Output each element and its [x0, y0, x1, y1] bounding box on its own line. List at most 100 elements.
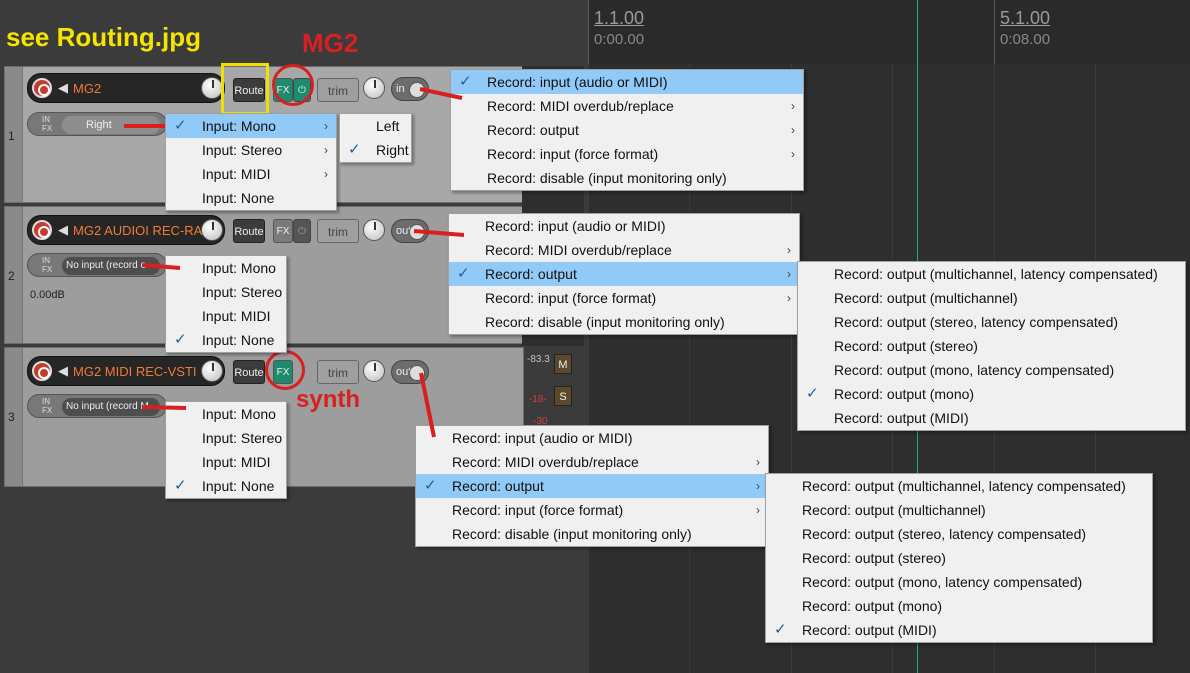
- menu-item-input-stereo[interactable]: Input: Stereo ›: [166, 138, 336, 162]
- menu-item-input-none[interactable]: ✓ Input: None: [166, 474, 286, 498]
- menu-item-input-none[interactable]: Input: None: [166, 186, 336, 210]
- fx-highlight-circle: [272, 64, 314, 106]
- menu-item-input-midi[interactable]: Input: MIDI: [166, 304, 286, 328]
- menu-item-record-force-format[interactable]: Record: input (force format) ›: [451, 142, 803, 166]
- track-name-bar[interactable]: ◀ MG2 MIDI REC-VSTI: [27, 356, 225, 386]
- record-menu-track3: Record: input (audio or MIDI) Record: MI…: [415, 425, 769, 547]
- menu-item-output-mono-lc[interactable]: Record: output (mono, latency compensate…: [766, 570, 1152, 594]
- menu-item-record-output[interactable]: ✓ Record: output ›: [449, 262, 799, 286]
- volume-knob[interactable]: [201, 360, 223, 382]
- track-name-bar[interactable]: ◀ MG2: [27, 73, 225, 103]
- solo-button[interactable]: S: [554, 386, 572, 406]
- record-mode-button[interactable]: out: [391, 219, 429, 243]
- input-selector[interactable]: IN FX No input (record o: [27, 253, 167, 277]
- volume-knob[interactable]: [201, 219, 223, 241]
- trim-button[interactable]: trim: [317, 360, 359, 384]
- check-icon: ✓: [457, 265, 470, 282]
- speaker-icon[interactable]: ◀: [58, 80, 72, 96]
- submenu-arrow-icon: ›: [756, 479, 760, 493]
- menu-item-record-disable[interactable]: Record: disable (input monitoring only): [416, 522, 768, 546]
- menu-item-record-input[interactable]: ✓ Record: input (audio or MIDI): [451, 70, 803, 94]
- menu-item-record-output[interactable]: Record: output ›: [451, 118, 803, 142]
- menu-item-record-force-format[interactable]: Record: input (force format) ›: [416, 498, 768, 522]
- menu-item-output-multichannel[interactable]: Record: output (multichannel): [766, 498, 1152, 522]
- volume-db-label: 0.00dB: [30, 289, 65, 301]
- volume-knob[interactable]: [201, 77, 223, 99]
- menu-item-output-midi[interactable]: ✓ Record: output (MIDI): [766, 618, 1152, 642]
- input-value[interactable]: No input (record M: [62, 398, 160, 416]
- trim-button[interactable]: trim: [317, 78, 359, 102]
- record-arm-button[interactable]: [32, 220, 52, 240]
- input-selector[interactable]: IN FX No input (record M: [27, 394, 167, 418]
- menu-item-output-multichannel-lc[interactable]: Record: output (multichannel, latency co…: [798, 262, 1185, 286]
- menu-item-record-input[interactable]: Record: input (audio or MIDI): [449, 214, 799, 238]
- menu-item-input-stereo[interactable]: Input: Stereo: [166, 280, 286, 304]
- menu-item-output-mono-lc[interactable]: Record: output (mono, latency compensate…: [798, 358, 1185, 382]
- menu-item-record-input[interactable]: Record: input (audio or MIDI): [416, 426, 768, 450]
- record-arm-button[interactable]: [32, 78, 52, 98]
- track-name[interactable]: MG2: [73, 81, 101, 96]
- submenu-arrow-icon: ›: [324, 119, 328, 133]
- menu-item-left[interactable]: Left: [340, 114, 411, 138]
- menu-item-record-disable[interactable]: Record: disable (input monitoring only): [451, 166, 803, 190]
- menu-item-input-mono[interactable]: Input: Mono: [166, 256, 286, 280]
- menu-item-input-midi[interactable]: Input: MIDI: [166, 450, 286, 474]
- menu-item-right[interactable]: ✓ Right: [340, 138, 411, 162]
- fx-bypass-icon[interactable]: ⏻: [293, 219, 311, 243]
- menu-item-record-midi-overdub[interactable]: Record: MIDI overdub/replace ›: [451, 94, 803, 118]
- menu-item-input-midi[interactable]: Input: MIDI ›: [166, 162, 336, 186]
- menu-item-output-stereo[interactable]: Record: output (stereo): [798, 334, 1185, 358]
- speaker-icon[interactable]: ◀: [58, 363, 72, 379]
- menu-item-record-output[interactable]: ✓ Record: output ›: [416, 474, 768, 498]
- route-button[interactable]: Route: [233, 360, 265, 384]
- submenu-arrow-icon: ›: [791, 123, 795, 137]
- meter-peak-label: -83.3: [527, 354, 550, 365]
- menu-item-output-mono[interactable]: Record: output (mono): [766, 594, 1152, 618]
- record-mode-button[interactable]: in: [391, 77, 429, 101]
- menu-item-input-stereo[interactable]: Input: Stereo: [166, 426, 286, 450]
- menu-item-output-mono[interactable]: ✓ Record: output (mono): [798, 382, 1185, 406]
- pan-knob[interactable]: [363, 77, 385, 99]
- route-button[interactable]: Route: [233, 219, 265, 243]
- menu-item-output-stereo-lc[interactable]: Record: output (stereo, latency compensa…: [798, 310, 1185, 334]
- menu-item-record-midi-overdub[interactable]: Record: MIDI overdub/replace ›: [416, 450, 768, 474]
- input-value[interactable]: Right: [62, 116, 160, 134]
- menu-item-record-force-format[interactable]: Record: input (force format) ›: [449, 286, 799, 310]
- menu-item-output-stereo[interactable]: Record: output (stereo): [766, 546, 1152, 570]
- timeline-ruler[interactable]: 1.1.00 0:00.00 5.1.00 0:08.00: [588, 0, 1190, 64]
- check-icon: ✓: [459, 73, 472, 90]
- menu-item-input-none[interactable]: ✓ Input: None: [166, 328, 286, 352]
- menu-item-output-midi[interactable]: Record: output (MIDI): [798, 406, 1185, 430]
- check-icon: ✓: [348, 141, 361, 158]
- record-arm-button[interactable]: [32, 361, 52, 381]
- ruler-bars-1: 1.1.00: [594, 8, 645, 28]
- menu-item-output-multichannel[interactable]: Record: output (multichannel): [798, 286, 1185, 310]
- check-icon: ✓: [174, 331, 187, 348]
- speaker-icon[interactable]: ◀: [58, 222, 72, 238]
- trim-button[interactable]: trim: [317, 219, 359, 243]
- input-selector[interactable]: IN FX Right: [27, 112, 167, 136]
- pan-knob[interactable]: [363, 360, 385, 382]
- menu-item-record-disable[interactable]: Record: disable (input monitoring only): [449, 310, 799, 334]
- submenu-arrow-icon: ›: [787, 267, 791, 281]
- input-value[interactable]: No input (record o: [62, 257, 160, 275]
- submenu-arrow-icon: ›: [756, 503, 760, 517]
- menu-item-input-mono[interactable]: ✓ Input: Mono ›: [166, 114, 336, 138]
- fx-button[interactable]: FX: [273, 219, 293, 243]
- record-mode-button[interactable]: out: [391, 360, 429, 384]
- track-name[interactable]: MG2 MIDI REC-VSTI: [73, 364, 197, 379]
- menu-item-output-stereo-lc[interactable]: Record: output (stereo, latency compensa…: [766, 522, 1152, 546]
- menu-item-input-mono[interactable]: Input: Mono: [166, 402, 286, 426]
- submenu-arrow-icon: ›: [324, 167, 328, 181]
- mute-button[interactable]: M: [554, 354, 572, 374]
- pan-knob[interactable]: [363, 219, 385, 241]
- meter-mid-label: -18-: [529, 394, 547, 405]
- check-icon: ✓: [424, 477, 437, 494]
- menu-item-output-multichannel-lc[interactable]: Record: output (multichannel, latency co…: [766, 474, 1152, 498]
- record-output-submenu-track2: Record: output (multichannel, latency co…: [797, 261, 1186, 431]
- input-menu-track2: Input: Mono Input: Stereo Input: MIDI ✓ I…: [165, 255, 287, 353]
- track-number: 1: [5, 67, 23, 202]
- menu-item-record-midi-overdub[interactable]: Record: MIDI overdub/replace ›: [449, 238, 799, 262]
- track-name-bar[interactable]: ◀ MG2 AUDIOI REC-RAW: [27, 215, 225, 245]
- track-name[interactable]: MG2 AUDIOI REC-RAW: [73, 223, 214, 238]
